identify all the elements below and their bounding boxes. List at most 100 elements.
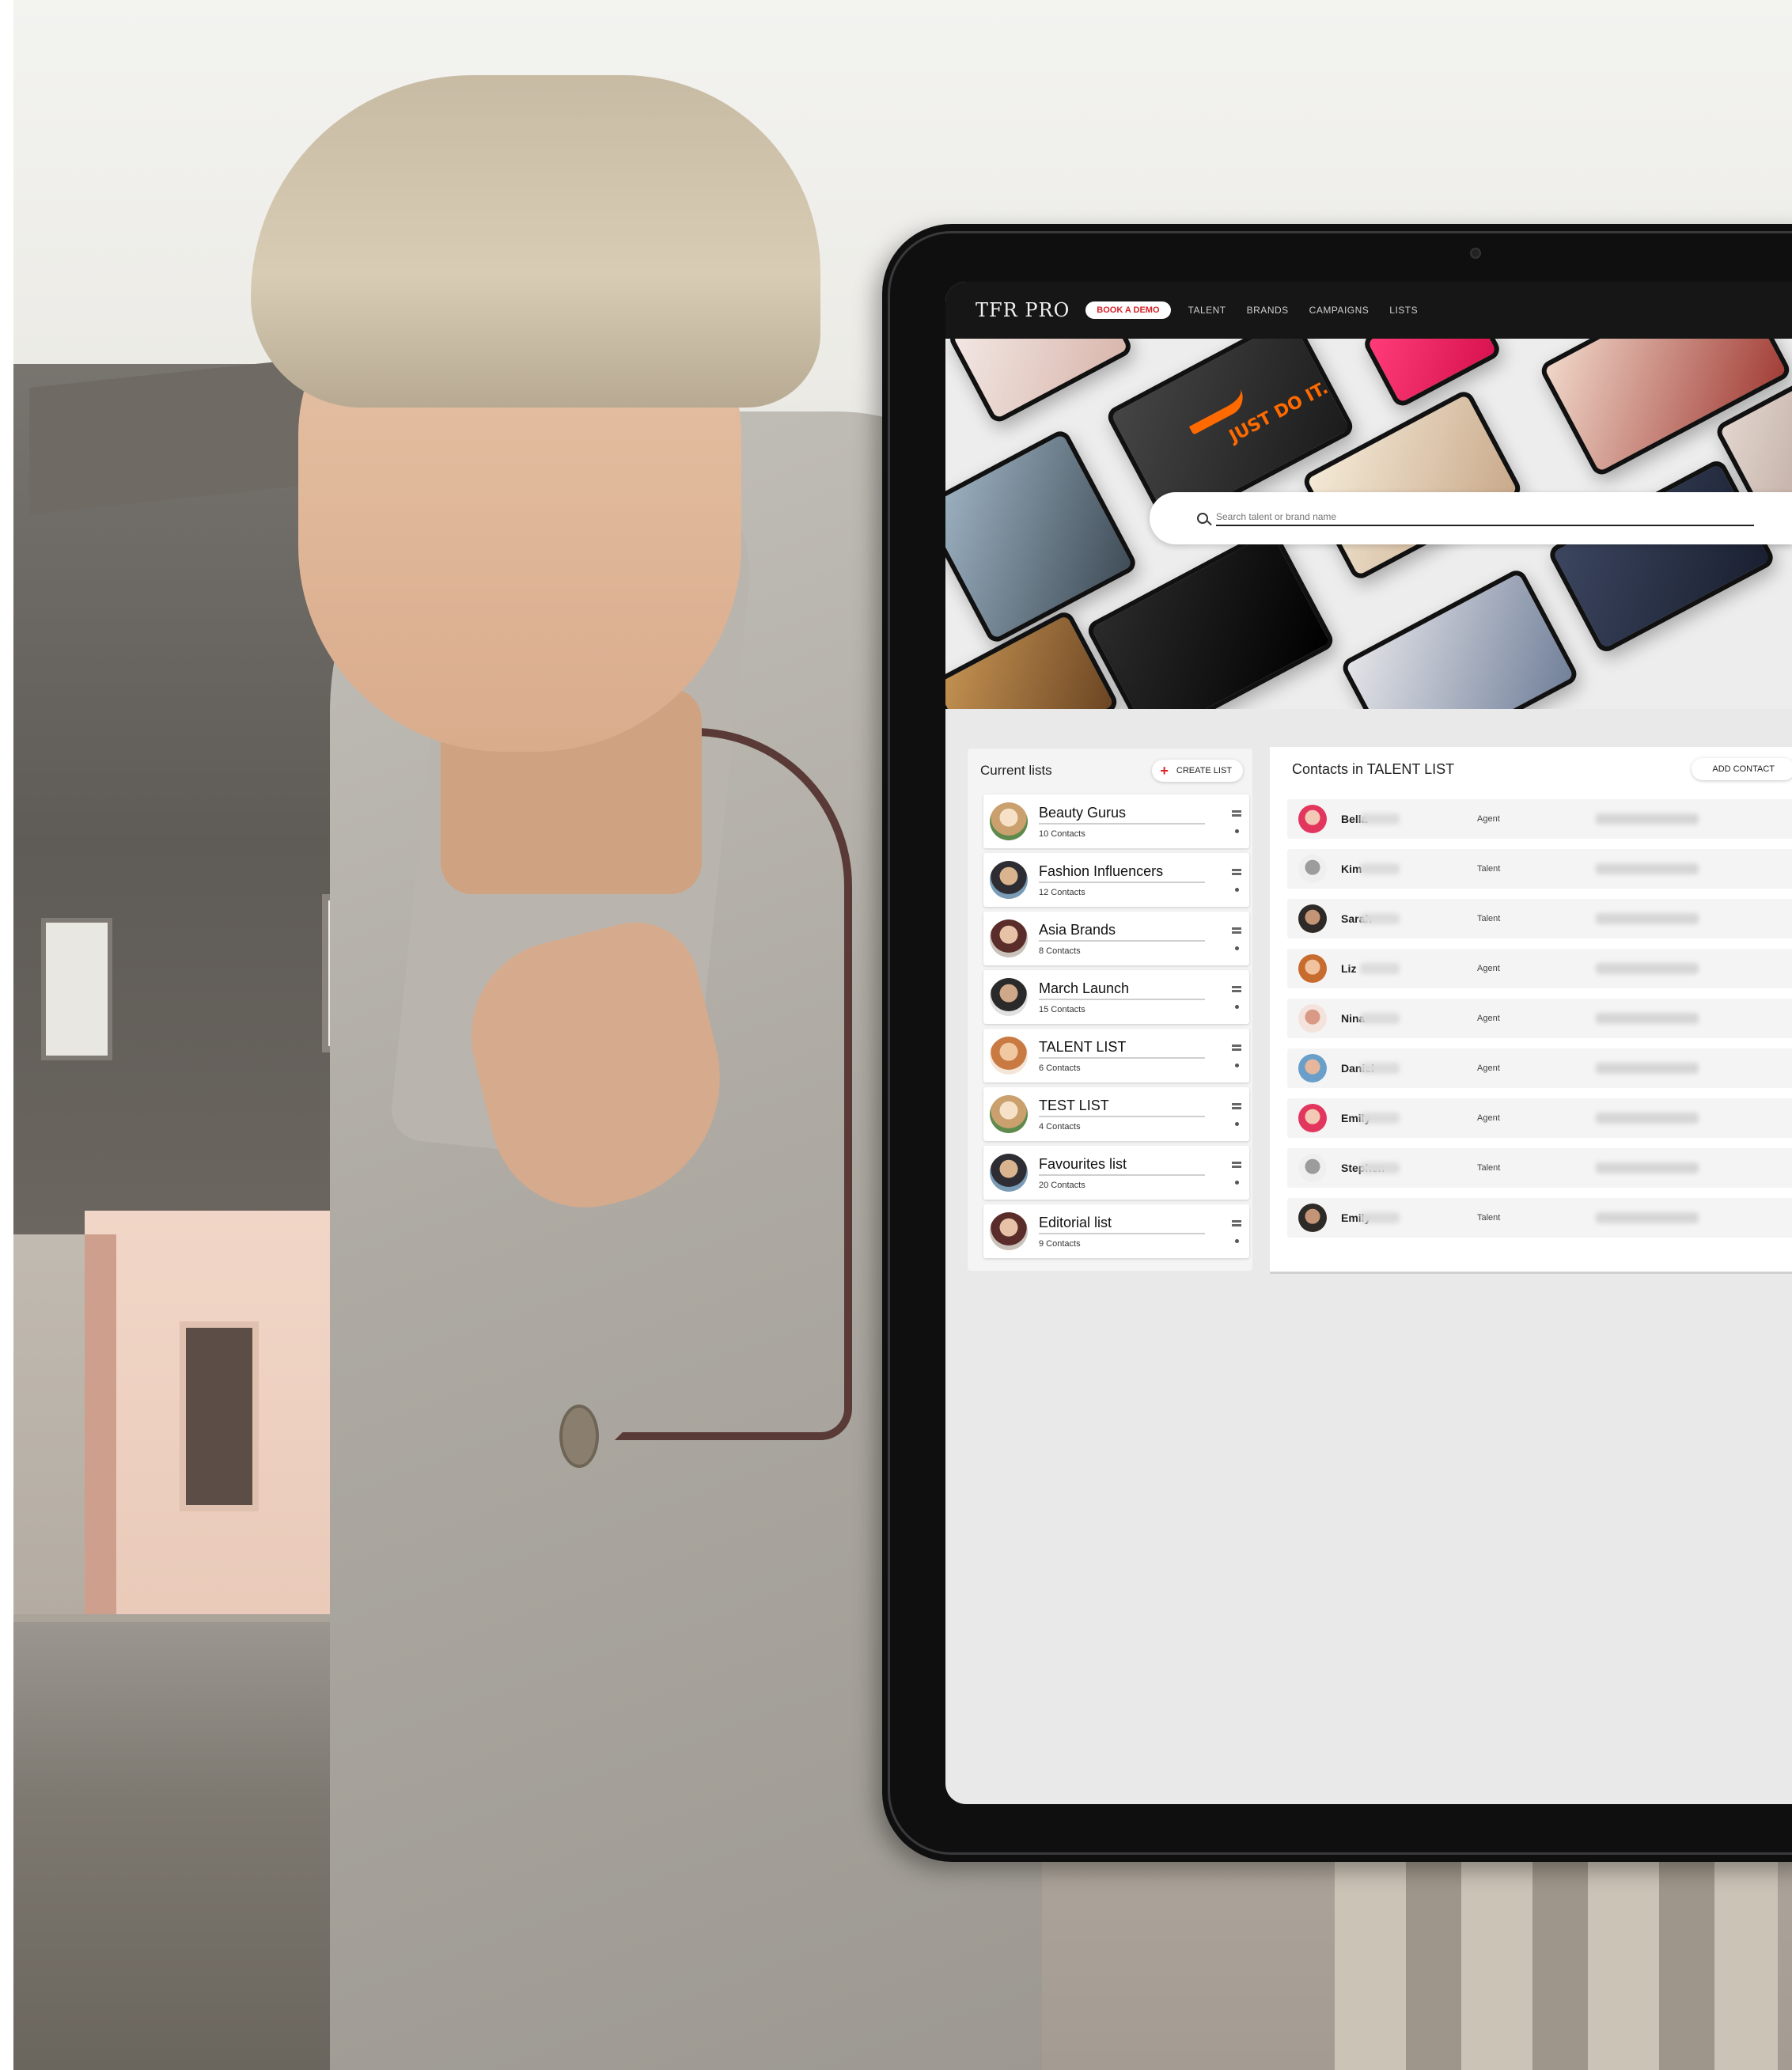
table-row[interactable]: Stephen Talent (1287, 1148, 1792, 1188)
list-count: 4 Contacts (1039, 1121, 1081, 1132)
edit-icon[interactable] (1232, 985, 1241, 992)
table-row[interactable]: Liz Agent (1287, 949, 1792, 988)
list-text: Beauty Gurus 10 Contacts (1039, 805, 1232, 839)
app-logo[interactable]: TFR PRO (976, 299, 1070, 321)
more-icon[interactable] (1234, 1004, 1239, 1009)
hero-image-card (1361, 339, 1503, 410)
list-text: TALENT LIST 6 Contacts (1039, 1039, 1232, 1073)
lists-panel: Current lists + CREATE LIST Beauty Gurus… (968, 749, 1252, 1271)
blurred-surname (1360, 1212, 1400, 1223)
table-row[interactable]: Nina Agent (1287, 999, 1792, 1038)
table-row[interactable]: Emily Agent (1287, 1098, 1792, 1138)
avatar (990, 861, 1028, 899)
blurred-surname (1360, 863, 1400, 874)
avatar (1298, 904, 1327, 933)
building-window (41, 918, 112, 1060)
list-item[interactable]: Asia Brands 8 Contacts (983, 912, 1249, 965)
create-list-label: CREATE LIST (1176, 766, 1232, 775)
edit-icon[interactable] (1232, 1161, 1241, 1168)
contact-role: Talent (1477, 914, 1501, 923)
list-actions (1232, 1161, 1241, 1185)
avatar (1298, 805, 1327, 833)
more-icon[interactable] (1234, 1180, 1239, 1185)
table-row[interactable]: Daniel Agent (1287, 1048, 1792, 1088)
list-actions (1232, 1219, 1241, 1243)
avatar (990, 1095, 1028, 1133)
nav-link-brands[interactable]: BRANDS (1247, 305, 1289, 316)
more-icon[interactable] (1234, 1063, 1239, 1067)
search-input[interactable] (1216, 510, 1754, 526)
contact-role: Agent (1477, 1113, 1500, 1123)
blurred-email (1596, 1063, 1699, 1074)
list-count: 8 Contacts (1039, 946, 1081, 956)
edit-icon[interactable] (1232, 809, 1241, 817)
lists-title: Current lists (980, 763, 1052, 778)
blurred-surname (1360, 1063, 1400, 1074)
blurred-surname (1360, 913, 1400, 924)
edit-icon[interactable] (1232, 1102, 1241, 1109)
avatar (990, 802, 1028, 840)
list-text: Favourites list 20 Contacts (1039, 1156, 1232, 1190)
plus-icon: + (1160, 763, 1169, 779)
list-name: Asia Brands (1039, 922, 1205, 942)
edit-icon[interactable] (1232, 1219, 1241, 1226)
list-item[interactable]: Favourites list 20 Contacts (983, 1146, 1249, 1200)
list-count: 15 Contacts (1039, 1004, 1085, 1014)
contacts-header: Contacts in TALENT LIST ADD CONTACT (1270, 747, 1792, 788)
avatar (990, 1037, 1028, 1075)
nav-link-campaigns[interactable]: CAMPAIGNS (1309, 305, 1370, 316)
table-row[interactable]: Kim Talent (1287, 849, 1792, 889)
list-item[interactable]: Fashion Influencers 12 Contacts (983, 853, 1249, 907)
list-text: TEST LIST 4 Contacts (1039, 1098, 1232, 1132)
more-icon[interactable] (1234, 1238, 1239, 1243)
blurred-email (1596, 963, 1699, 974)
blurred-email (1596, 1113, 1699, 1124)
list-item[interactable]: TALENT LIST 6 Contacts (983, 1029, 1249, 1082)
avatar (1298, 1054, 1327, 1082)
more-icon[interactable] (1234, 887, 1239, 892)
table-row[interactable]: Emily Talent (1287, 1198, 1792, 1238)
list-count: 12 Contacts (1039, 887, 1085, 897)
list-actions (1232, 1044, 1241, 1067)
blurred-email (1596, 1212, 1699, 1223)
create-list-button[interactable]: + CREATE LIST (1152, 760, 1243, 782)
add-contact-button[interactable]: ADD CONTACT (1692, 758, 1792, 780)
edit-icon[interactable] (1232, 1044, 1241, 1051)
list-count: 10 Contacts (1039, 828, 1085, 839)
table-row[interactable]: Bella Agent (1287, 799, 1792, 839)
blurred-email (1596, 863, 1699, 874)
search-icon[interactable] (1197, 513, 1208, 524)
list-item[interactable]: Editorial list 9 Contacts (983, 1204, 1249, 1258)
list-name: TEST LIST (1039, 1098, 1205, 1117)
list-count: 20 Contacts (1039, 1180, 1085, 1190)
nav-link-talent[interactable]: TALENT (1188, 305, 1226, 316)
edit-icon[interactable] (1232, 868, 1241, 875)
contact-role: Talent (1477, 864, 1501, 874)
contact-role: Agent (1477, 1063, 1500, 1073)
list-actions (1232, 1102, 1241, 1126)
list-item[interactable]: Beauty Gurus 10 Contacts (983, 794, 1249, 848)
more-icon[interactable] (1234, 828, 1239, 833)
list-item[interactable]: TEST LIST 4 Contacts (983, 1087, 1249, 1141)
avatar (1298, 1154, 1327, 1182)
list-name: March Launch (1039, 980, 1205, 1000)
edit-icon[interactable] (1232, 927, 1241, 934)
blurred-email (1596, 1013, 1699, 1024)
avatar (1298, 954, 1327, 983)
hero-card-text: JUST DO IT. (1226, 378, 1332, 447)
search-bar[interactable] (1150, 492, 1792, 544)
model-hair (251, 75, 820, 408)
list-name: Beauty Gurus (1039, 805, 1205, 825)
more-icon[interactable] (1234, 1121, 1239, 1126)
table-row[interactable]: Sarah Talent (1287, 899, 1792, 938)
nav-link-lists[interactable]: LISTS (1389, 305, 1418, 316)
list-actions (1232, 868, 1241, 892)
list-count: 6 Contacts (1039, 1063, 1081, 1073)
list-actions (1232, 927, 1241, 950)
book-demo-button[interactable]: BOOK A DEMO (1085, 301, 1171, 319)
contact-role: Talent (1477, 1213, 1501, 1223)
list-item[interactable]: March Launch 15 Contacts (983, 970, 1249, 1024)
list-text: Fashion Influencers 12 Contacts (1039, 863, 1232, 897)
more-icon[interactable] (1234, 946, 1239, 950)
list-name: Editorial list (1039, 1215, 1205, 1234)
